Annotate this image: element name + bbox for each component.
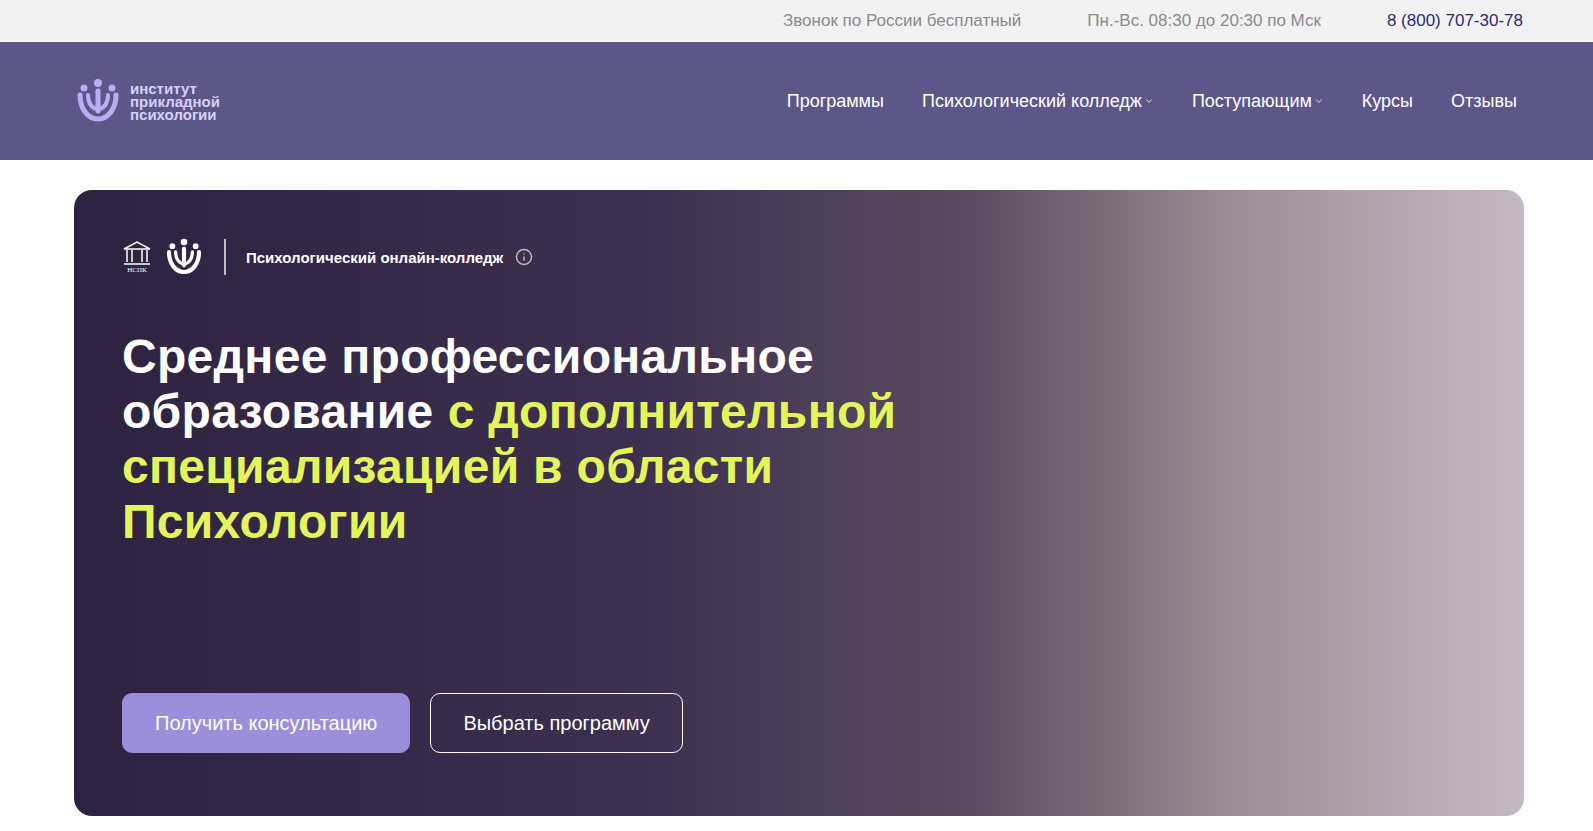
badge-row: НСПК Психологический онлайн-колледж xyxy=(122,237,1476,277)
chevron-down-icon xyxy=(1314,96,1324,106)
partner-logo-text: НСПК xyxy=(127,266,146,274)
institute-logo-icon xyxy=(74,77,122,125)
headline-line: Психологии xyxy=(122,494,1476,549)
logo[interactable]: институтприкладнойпсихологии xyxy=(74,77,220,125)
top-bar-text: Пн.-Вс. 08:30 до 20:30 по Мск xyxy=(1087,11,1321,31)
hero-card: НСПК Психологический онлайн-колледж Средне… xyxy=(74,190,1524,816)
nav-item[interactable]: Отзывы xyxy=(1451,91,1517,112)
headline-line: Среднее профессиональное xyxy=(122,329,1476,384)
nav-bar: институтприкладнойпсихологии Программы Пси… xyxy=(0,42,1593,160)
top-bar-text: Звонок по России бесплатный xyxy=(783,11,1021,31)
nav-item[interactable]: Поступающим xyxy=(1192,91,1324,112)
partner-logo: НСПК xyxy=(122,240,152,274)
info-icon[interactable] xyxy=(515,248,533,266)
headline-part: Психологии xyxy=(122,494,408,549)
hero-wrap: НСПК Психологический онлайн-колледж Средне… xyxy=(0,160,1593,816)
choose-program-button[interactable]: Выбрать программу xyxy=(430,693,682,753)
headline-part: специализацией в области xyxy=(122,439,773,494)
nav-menu: Программы Психологический колледж Поступаю… xyxy=(787,91,1517,112)
headline-part: Среднее профессиональное xyxy=(122,329,814,384)
hero-headline: Среднее профессиональноеобразование с доп… xyxy=(122,329,1476,549)
nav-item[interactable]: Курсы xyxy=(1362,91,1413,112)
headline-line: специализацией в области xyxy=(122,439,1476,494)
top-bar: Звонок по России бесплатный Пн.-Вс. 08:30… xyxy=(0,0,1593,42)
college-logo-icon xyxy=(164,237,204,277)
badge-text: Психологический онлайн-колледж xyxy=(246,249,503,266)
nav-item[interactable]: Психологический колледж xyxy=(922,91,1154,112)
logo-text: институтприкладнойпсихологии xyxy=(130,82,220,121)
headline-line: образование с дополнительной xyxy=(122,384,1476,439)
headline-part: с дополнительной xyxy=(448,384,897,439)
hero-buttons: Получить консультацию Выбрать программу xyxy=(122,693,1476,753)
phone-link[interactable]: 8 (800) 707-30-78 xyxy=(1387,11,1523,31)
headline-part: образование xyxy=(122,384,434,439)
nav-item[interactable]: Программы xyxy=(787,91,884,112)
chevron-down-icon xyxy=(1144,96,1154,106)
consultation-button[interactable]: Получить консультацию xyxy=(122,693,410,753)
building-icon xyxy=(122,240,152,266)
divider xyxy=(224,239,226,275)
